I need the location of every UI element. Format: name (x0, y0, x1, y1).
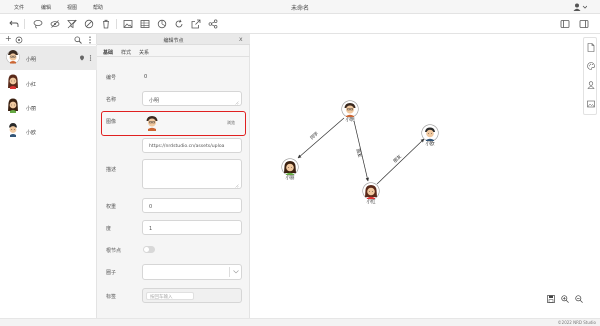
degree-label: 度 (106, 226, 112, 232)
edge-xiaohong-xiaoou[interactable] (376, 138, 425, 185)
graph-node[interactable]: 小明 (341, 100, 359, 125)
name-label: 名称 (106, 97, 117, 103)
user-node-icon[interactable] (587, 81, 595, 91)
image-preview (144, 114, 160, 134)
node-list-item[interactable]: 小明 (0, 46, 97, 70)
toolbar (0, 14, 600, 34)
image-label: 图像 (106, 119, 117, 125)
avatar-girl-icon (6, 73, 20, 93)
chevron-down-icon (233, 270, 239, 276)
graph-canvas[interactable]: 同学 朋友 朋友 小明 小丽 小红 小欧 (250, 34, 600, 318)
id-value: 0 (144, 74, 148, 80)
node-name: 小红 (26, 82, 37, 88)
graph-node-label: 小明 (345, 118, 355, 123)
share-icon[interactable] (208, 19, 218, 29)
copyright-text: ©2022 NRD Studio (557, 320, 596, 325)
trash-icon[interactable] (101, 19, 111, 29)
canvas-side-toolbar (583, 37, 597, 115)
palette-icon[interactable] (587, 62, 595, 72)
node-list-item[interactable]: 小红 (0, 71, 97, 95)
right-panel-toggle-icon[interactable] (579, 19, 589, 29)
description-textarea[interactable] (142, 159, 242, 189)
browse-button[interactable]: 浏览 (227, 120, 235, 126)
graph-node[interactable]: 小欧 (421, 124, 439, 149)
menu-view[interactable]: 视图 (67, 4, 77, 11)
zoom-in-icon[interactable] (561, 295, 569, 305)
degree-input[interactable]: 1 (142, 220, 242, 235)
node-list-item[interactable]: 小欧 (0, 119, 97, 143)
tab-style[interactable]: 样式 (121, 49, 131, 56)
avatar-boy-icon (6, 48, 20, 68)
connect-icon[interactable] (15, 36, 23, 46)
image-row-highlight (101, 111, 246, 136)
tags-input[interactable]: 按回车输入 (146, 292, 194, 300)
node-list-header: + (0, 34, 97, 45)
graph-node-label: 小红 (366, 200, 376, 205)
avatar-boy-icon (6, 121, 20, 141)
avatar-girl-icon (6, 97, 20, 117)
tab-relations[interactable]: 关系 (139, 49, 149, 56)
item-more-icon[interactable] (89, 55, 92, 63)
filter-icon[interactable] (67, 19, 77, 29)
tags-field[interactable]: 按回车输入 (142, 288, 242, 303)
graph-node-label: 小欧 (425, 142, 435, 147)
edit-node-panel: 编辑节点 x 基础 样式 关系 编号 0 名称 小明 图像 浏览 https:/… (97, 34, 250, 326)
undo-icon[interactable] (9, 19, 19, 29)
node-name: 小丽 (26, 106, 37, 112)
root-node-toggle[interactable] (143, 246, 155, 253)
menu-file[interactable]: 文件 (14, 4, 24, 11)
pie-chart-icon[interactable] (157, 19, 167, 29)
menu-edit[interactable]: 编辑 (41, 4, 51, 11)
search-icon[interactable] (74, 36, 82, 46)
user-icon[interactable] (573, 3, 588, 13)
menu-bar: 文件 编辑 视图 帮助 未命名 (0, 0, 600, 14)
menu-help[interactable]: 帮助 (93, 4, 103, 11)
graph-node-label: 小丽 (285, 176, 295, 181)
save-image-icon[interactable] (547, 295, 555, 305)
graph-node[interactable]: 小丽 (281, 158, 299, 183)
description-label: 描述 (106, 167, 117, 173)
panel-title: 编辑节点 (163, 38, 184, 44)
weight-input[interactable]: 0 (142, 198, 242, 213)
close-icon[interactable]: x (239, 36, 243, 43)
picture-icon[interactable] (587, 100, 595, 110)
table-icon[interactable] (140, 19, 150, 29)
tab-basic[interactable]: 基础 (103, 49, 113, 56)
zoom-out-icon[interactable] (575, 295, 583, 305)
name-input[interactable]: 小明 (142, 91, 242, 106)
more-menu-icon[interactable] (88, 36, 92, 46)
hide-icon[interactable] (50, 19, 60, 29)
panel-header: 编辑节点 x (97, 34, 250, 45)
panel-tabs: 基础 样式 关系 (97, 45, 250, 57)
file-icon[interactable] (587, 43, 595, 54)
resize-handle-icon (235, 184, 239, 190)
root-node-label: 根节点 (106, 248, 122, 254)
node-list-panel: + 小明 小红 小丽 小欧 (0, 34, 97, 326)
edge-xiaoming-xiaoli[interactable] (297, 117, 345, 159)
refresh-icon[interactable] (174, 19, 184, 29)
locate-icon[interactable] (79, 55, 85, 63)
add-node-icon[interactable]: + (5, 35, 12, 43)
tags-label: 标签 (106, 294, 117, 300)
node-list-item[interactable]: 小丽 (0, 95, 97, 119)
circle-select[interactable] (142, 264, 242, 280)
status-bar: ©2022 NRD Studio (0, 318, 600, 326)
image-url-input[interactable]: https://nrdstudio.cn/assets/uploa (142, 138, 242, 153)
graph-node[interactable]: 小红 (362, 182, 380, 207)
resize-handle-icon (235, 101, 239, 107)
weight-label: 权重 (106, 204, 117, 210)
node-name: 小欧 (26, 130, 37, 136)
image-icon[interactable] (123, 19, 133, 29)
node-name: 小明 (26, 57, 37, 63)
window-title: 未命名 (290, 5, 309, 12)
lasso-icon[interactable] (33, 19, 43, 29)
circle-label: 圈子 (106, 270, 117, 276)
export-icon[interactable] (191, 19, 201, 29)
id-label: 编号 (106, 75, 117, 81)
no-entry-icon[interactable] (84, 19, 94, 29)
left-panel-toggle-icon[interactable] (560, 19, 570, 29)
